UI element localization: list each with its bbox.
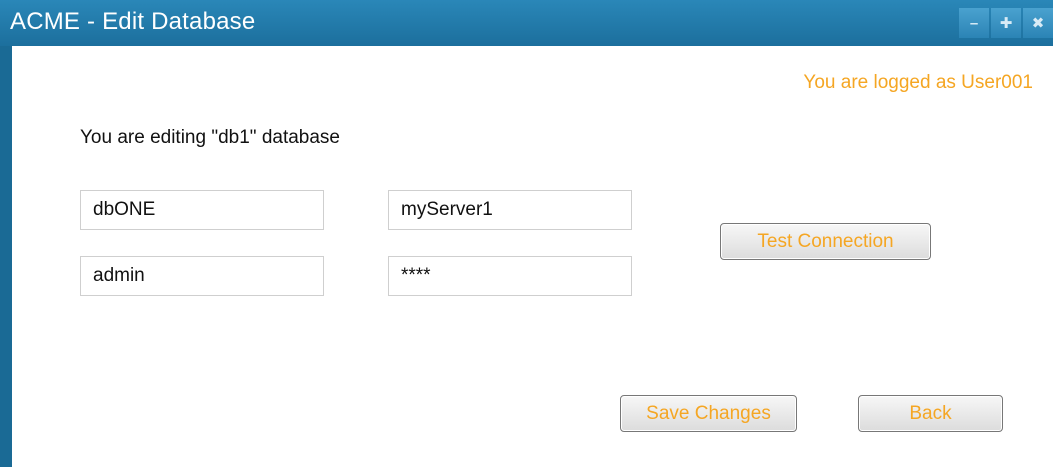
maximize-icon[interactable]: ✚ [991, 8, 1021, 38]
close-icon[interactable]: ✖ [1023, 8, 1053, 38]
title-bar[interactable]: ACME - Edit Database – ✚ ✖ [0, 0, 1053, 46]
server-field[interactable] [388, 190, 632, 230]
minimize-icon[interactable]: – [959, 8, 989, 38]
password-field[interactable] [388, 256, 632, 296]
editing-database-label: You are editing "db1" database [80, 127, 340, 148]
logged-user-label: You are logged as User001 [803, 72, 1033, 93]
edit-database-window: ACME - Edit Database – ✚ ✖ You are logge… [0, 0, 1053, 467]
username-field[interactable] [80, 256, 324, 296]
save-changes-button[interactable]: Save Changes [620, 395, 797, 432]
back-button[interactable]: Back [858, 395, 1003, 432]
window-title: ACME - Edit Database [10, 8, 256, 35]
window-controls: – ✚ ✖ [957, 8, 1053, 38]
test-connection-button[interactable]: Test Connection [720, 223, 931, 260]
database-name-field[interactable] [80, 190, 324, 230]
content-area: You are logged as User001 You are editin… [12, 46, 1053, 467]
